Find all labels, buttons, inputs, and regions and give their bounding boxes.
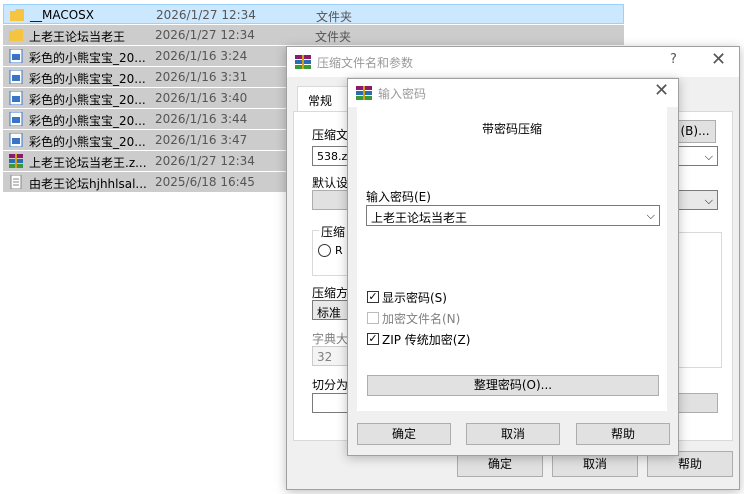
default-profile-label: 默认设 <box>312 176 349 190</box>
image-file-icon <box>9 90 23 106</box>
password-panel: 带密码压缩 输入密码(E) 上老王论坛当老王 ⌵ ✓ 显示密码(S) 加密文件名… <box>357 107 667 411</box>
chevron-down-icon[interactable]: ⌵ <box>647 209 655 223</box>
help-button[interactable]: 帮助 <box>576 423 670 445</box>
chevron-down-icon: ⌵ <box>704 194 713 207</box>
profiles-button[interactable] <box>312 190 348 210</box>
folder-icon <box>9 28 23 42</box>
format-group-label: 压缩 <box>319 223 348 240</box>
close-icon[interactable]: ✕ <box>711 49 726 70</box>
title-bar: 输入密码 ✕ <box>348 79 678 107</box>
archive-name-label: 压缩文 <box>312 128 349 142</box>
folder-icon <box>10 8 24 22</box>
browse-button[interactable]: (B)... <box>674 120 716 143</box>
image-file-icon <box>9 111 23 127</box>
image-file-icon <box>9 69 23 85</box>
options-group <box>674 232 722 368</box>
enter-password-dialog: 输入密码 ✕ 带密码压缩 输入密码(E) 上老王论坛当老王 ⌵ ✓ 显示密码(S… <box>347 78 679 456</box>
winrar-icon <box>356 86 372 100</box>
update-mode-dropdown[interactable]: ⌵ <box>674 190 718 210</box>
chevron-down-icon: ⌵ <box>704 150 713 163</box>
close-icon[interactable]: ✕ <box>654 80 669 101</box>
show-password-checkbox[interactable]: ✓ <box>367 291 379 303</box>
dialog-title: 输入密码 <box>378 87 427 101</box>
show-password-label[interactable]: 显示密码(S) <box>382 289 447 306</box>
encrypt-filenames-label[interactable]: 加密文件名(N) <box>382 310 460 327</box>
password-label: 输入密码(E) <box>366 190 431 204</box>
zip-legacy-label[interactable]: ZIP 传统加密(Z) <box>382 331 470 348</box>
tab-general[interactable]: 常规 <box>297 86 351 111</box>
set-password-button[interactable] <box>674 393 718 413</box>
method-label: 压缩方 <box>312 286 349 300</box>
winrar-archive-icon <box>9 154 23 168</box>
winrar-icon <box>295 55 311 69</box>
dictionary-label: 字典大 <box>312 332 349 346</box>
dictionary-dropdown[interactable]: 32 <box>312 346 348 366</box>
ok-button[interactable]: 确定 <box>357 423 451 445</box>
file-row-macosx[interactable]: __MACOSX 2026/1/27 12:34 文件夹 <box>3 4 624 24</box>
split-label: 切分为 <box>312 378 349 392</box>
image-file-icon <box>9 48 23 64</box>
method-dropdown[interactable]: 标准 <box>312 300 348 320</box>
organize-passwords-button[interactable]: 整理密码(O)... <box>367 375 659 396</box>
title-bar: 压缩文件名和参数 ? ✕ <box>287 47 739 77</box>
dialog-heading: 带密码压缩 <box>481 122 542 136</box>
encrypt-filenames-checkbox[interactable] <box>367 312 379 324</box>
dialog-title: 压缩文件名和参数 <box>317 56 414 70</box>
zip-legacy-checkbox[interactable]: ✓ <box>367 333 379 345</box>
text-file-icon <box>9 174 23 190</box>
split-volume-field[interactable] <box>312 393 348 413</box>
image-file-icon <box>9 132 23 148</box>
password-input[interactable]: 上老王论坛当老王 ⌵ <box>366 205 660 226</box>
archive-name-dropdown[interactable]: ⌵ <box>674 146 718 166</box>
cancel-button[interactable]: 取消 <box>466 423 560 445</box>
help-glyph-button[interactable]: ? <box>670 52 677 67</box>
radio-button[interactable] <box>318 244 331 257</box>
file-row-folder[interactable]: 上老王论坛当老王 2026/1/27 12:34 文件夹 <box>3 25 624 45</box>
